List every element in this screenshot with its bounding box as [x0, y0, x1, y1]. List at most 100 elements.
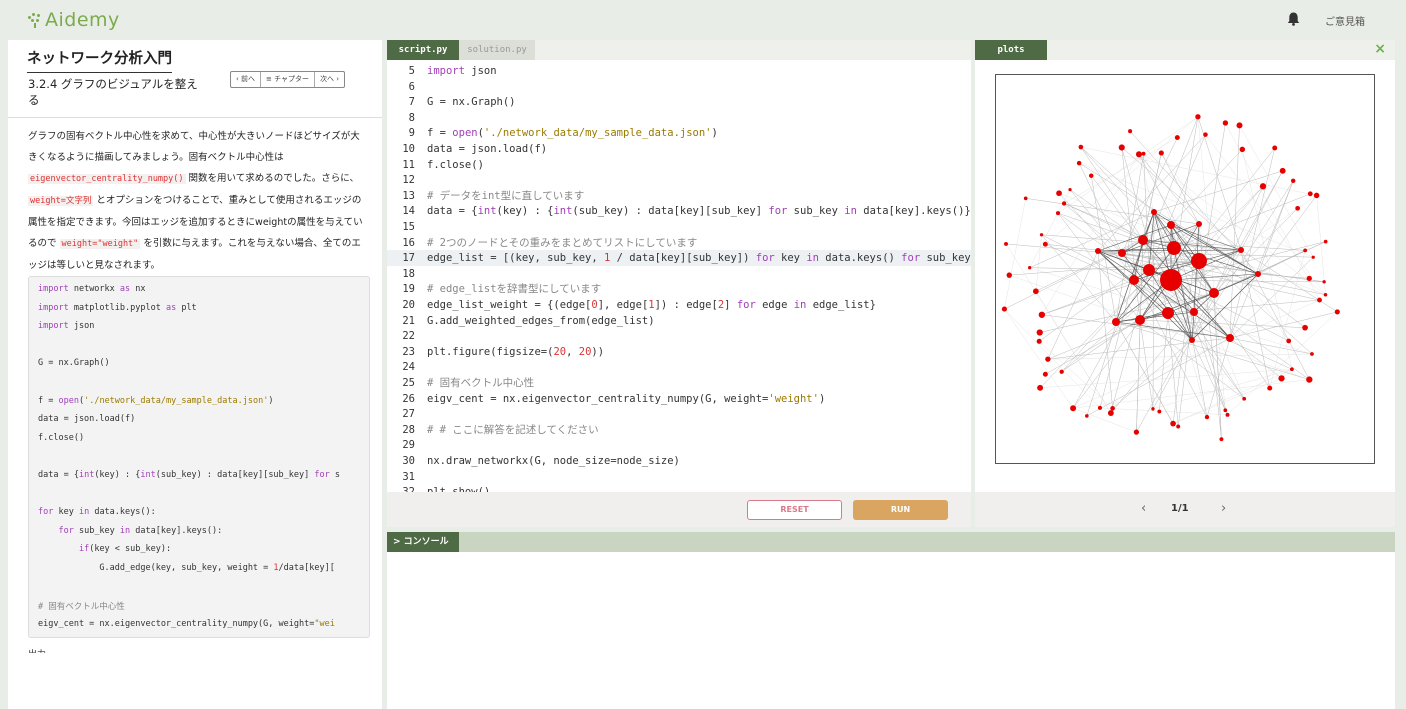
line-number: 5	[408, 65, 415, 77]
code-line[interactable]: 25 # 固有ベクトル中心性	[387, 375, 971, 391]
code-line[interactable]: 15	[387, 219, 971, 235]
feedback-link[interactable]: ご意見箱	[1325, 13, 1365, 28]
code-line[interactable]: 26 eigv_cent = nx.eigenvector_centrality_…	[387, 391, 971, 407]
sample-code-line: G = nx.Graph()	[38, 358, 110, 369]
code-line[interactable]: 17 edge_list = [(key, sub_key, 1 / data[k…	[387, 250, 971, 267]
graph-node	[1174, 135, 1180, 141]
graph-node	[1095, 248, 1101, 254]
code-line[interactable]: 31	[387, 469, 971, 485]
graph-node	[1061, 201, 1067, 206]
aidemy-logo[interactable]: Aidemy	[27, 9, 120, 31]
graph-edge	[1115, 321, 1174, 424]
network-plot	[995, 74, 1375, 464]
graph-node	[1176, 424, 1181, 429]
code-line[interactable]: 10 data = json.load(f)	[387, 141, 971, 157]
graph-node	[1323, 292, 1328, 297]
code-line[interactable]: 24	[387, 359, 971, 375]
graph-node	[1223, 408, 1228, 413]
code-line[interactable]: 29	[387, 437, 971, 453]
sample-code-line: data = json.load(f)	[38, 414, 136, 425]
graph-node	[1334, 309, 1340, 315]
graph-node	[1128, 129, 1133, 134]
close-icon[interactable]: ×	[1374, 41, 1386, 57]
line-number: 11	[402, 158, 415, 171]
graph-node	[1110, 406, 1115, 411]
tab-console[interactable]: > コンソール	[387, 532, 459, 552]
line-number: 21	[402, 314, 415, 327]
graph-node	[1028, 266, 1032, 270]
code-line[interactable]: 5 import json	[387, 63, 971, 79]
code-line[interactable]: 12	[387, 172, 971, 188]
sample-code-line: for sub_key in data[key].keys():	[58, 525, 223, 536]
graph-node	[1129, 275, 1139, 285]
graph-node	[1219, 437, 1224, 442]
code-line[interactable]: 30 nx.draw_networkx(G, node_size=node_siz…	[387, 453, 971, 469]
code-line[interactable]: 19 # edge_listを辞書型にしています	[387, 281, 971, 297]
graph-node	[1004, 241, 1008, 246]
next-plot-icon[interactable]: ›	[1221, 501, 1226, 516]
reset-button[interactable]: RESET	[747, 500, 842, 520]
code-line[interactable]: 11 f.close()	[387, 157, 971, 173]
code-line[interactable]: 6	[387, 79, 971, 95]
graph-node	[1225, 412, 1230, 417]
graph-node	[1039, 233, 1044, 237]
tab-plots[interactable]: plots	[975, 40, 1047, 60]
tab-solution-py[interactable]: solution.py	[459, 40, 535, 60]
code-editor[interactable]: 5 import json 6 7 G = nx.Graph() 8 9 f = open('…	[387, 60, 971, 492]
code-line[interactable]: 7 G = nx.Graph()	[387, 94, 971, 110]
line-number: 25	[402, 377, 415, 389]
graph-node	[1078, 144, 1084, 150]
code-line[interactable]: 22	[387, 328, 971, 344]
inline-code: weight=文字列	[28, 196, 94, 206]
graph-edge	[1172, 369, 1292, 424]
next-button[interactable]: 次へ ›	[315, 72, 344, 87]
code-line[interactable]: 8	[387, 110, 971, 126]
chapter-nav: ‹ 前へ ≡ チャプター 次へ ›	[230, 71, 346, 88]
graph-node	[1279, 167, 1286, 174]
graph-node	[1238, 247, 1244, 253]
code-text: data = {int(key) : {int(sub_key) : data[…	[427, 205, 971, 218]
top-bar: Aidemy ご意見箱	[0, 0, 1406, 38]
sample-code-line: eigv_cent = nx.eigenvector_centrality_nu…	[38, 618, 335, 629]
graph-node	[1226, 334, 1234, 342]
code-line[interactable]: 14 data = {int(key) : {int(sub_key) : dat…	[387, 203, 971, 219]
graph-edge	[1097, 250, 1320, 301]
code-line[interactable]: 20 edge_list_weight = {(edge[0], edge[1])…	[387, 297, 971, 313]
graph-edge	[1009, 274, 1310, 380]
run-button[interactable]: RUN	[853, 500, 948, 520]
graph-edge	[1115, 321, 1310, 380]
line-number: 10	[402, 143, 415, 155]
graph-node	[1112, 318, 1120, 326]
code-line[interactable]: 28 # # ここに解答を記述してください	[387, 422, 971, 438]
graph-edge	[1225, 122, 1320, 301]
code-line[interactable]: 32plt.show()	[387, 484, 971, 492]
graph-node	[1042, 241, 1048, 247]
code-text: G = nx.Graph()	[427, 96, 516, 109]
line-number: 12	[402, 174, 415, 187]
graph-node	[1209, 288, 1219, 298]
code-line[interactable]: 18	[387, 266, 971, 282]
chapter-button[interactable]: ≡ チャプター	[261, 72, 316, 87]
line-number: 20	[402, 299, 415, 311]
code-line[interactable]: 13 # データをint型に直しています	[387, 188, 971, 204]
line-number: 14	[402, 205, 415, 218]
line-number: 26	[402, 392, 415, 405]
code-line[interactable]: 23 plt.figure(figsize=(20, 20))	[387, 344, 971, 360]
graph-node	[1196, 221, 1202, 227]
tab-script-py[interactable]: script.py	[387, 40, 459, 60]
line-number: 7	[408, 96, 415, 109]
code-line[interactable]: 21 G.add_weighted_edges_from(edge_list)	[387, 313, 971, 329]
graph-node	[1322, 280, 1326, 284]
bell-icon[interactable]	[1287, 12, 1300, 26]
graph-edge	[1041, 154, 1140, 315]
prev-plot-icon[interactable]: ‹	[1141, 501, 1146, 516]
code-line[interactable]: 27	[387, 406, 971, 422]
line-number: 9	[408, 127, 415, 140]
code-line[interactable]: 9 f = open('./network_data/my_sample_data…	[387, 125, 971, 141]
prev-button[interactable]: ‹ 前へ	[231, 72, 262, 87]
code-text: # # ここに解答を記述してください	[427, 423, 599, 436]
graph-node	[1267, 385, 1273, 391]
code-line[interactable]: 16 # 2つのノードとその重みをまとめてリストにしています	[387, 235, 971, 251]
editor-tab-bar: script.py solution.py	[387, 40, 971, 60]
graph-node	[1038, 311, 1046, 318]
